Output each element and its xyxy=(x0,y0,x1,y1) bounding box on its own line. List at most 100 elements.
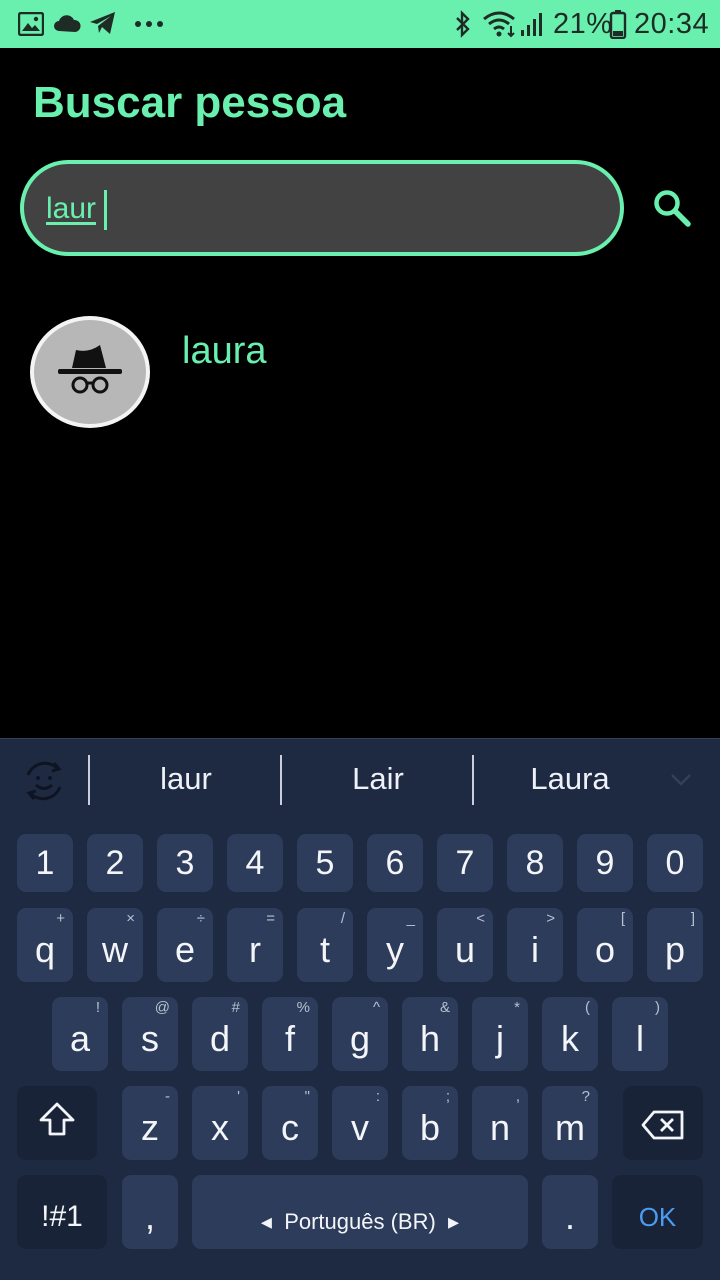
key-hint: * xyxy=(514,999,520,1016)
text-caret xyxy=(104,190,107,230)
key-hint: ) xyxy=(655,999,660,1016)
space-right-arrow-icon: ▸ xyxy=(435,1209,460,1234)
key-label: h xyxy=(419,1018,441,1059)
key-e[interactable]: ÷ e xyxy=(157,908,213,982)
key-u[interactable]: < u xyxy=(437,908,493,982)
key-hint: > xyxy=(546,910,555,927)
key-label: o xyxy=(594,929,616,970)
key-w[interactable]: × w xyxy=(87,908,143,982)
suggestion-3[interactable]: Laura xyxy=(476,761,664,797)
key-hint: - xyxy=(165,1088,170,1105)
key-2[interactable]: 2 xyxy=(87,834,143,892)
chevron-down-icon[interactable] xyxy=(670,773,692,787)
keyboard: laur Lair Laura 1 2 3 4 5 6 7 8 9 0 + q ×… xyxy=(0,738,720,1280)
key-label: m xyxy=(555,1107,585,1148)
battery-percent: 21% xyxy=(553,8,613,40)
key-q[interactable]: + q xyxy=(17,908,73,982)
search-field[interactable] xyxy=(20,160,624,256)
key-8[interactable]: 8 xyxy=(507,834,563,892)
backspace-key[interactable] xyxy=(623,1086,703,1160)
key-label: t xyxy=(319,929,330,970)
key-l[interactable]: ) l xyxy=(612,997,668,1071)
key-hint: % xyxy=(296,999,310,1016)
key-label: y xyxy=(386,929,404,970)
key-hint: " xyxy=(304,1088,310,1105)
key-hint: [ xyxy=(620,910,625,927)
key-label: a xyxy=(69,1018,91,1059)
key-1[interactable]: 1 xyxy=(17,834,73,892)
key-label: e xyxy=(174,929,196,970)
key-label: n xyxy=(489,1107,511,1148)
key-hint: = xyxy=(266,910,275,927)
wifi-icon xyxy=(483,11,515,38)
key-p[interactable]: ] p xyxy=(647,908,703,982)
shift-icon xyxy=(39,1102,75,1136)
key-hint: # xyxy=(231,999,240,1016)
key-hint: < xyxy=(476,910,485,927)
status-bar: 21% 20:34 xyxy=(0,0,720,48)
emoji-refresh-icon[interactable] xyxy=(20,757,68,805)
symbols-key[interactable]: !#1 xyxy=(17,1175,107,1249)
key-d[interactable]: # d xyxy=(192,997,248,1071)
key-j[interactable]: * j xyxy=(472,997,528,1071)
key-label: p xyxy=(664,929,686,970)
telegram-icon xyxy=(90,12,115,34)
key-label: w xyxy=(102,929,128,970)
key-a[interactable]: ! a xyxy=(52,997,108,1071)
key-hint: ' xyxy=(237,1088,240,1105)
key-b[interactable]: ; b xyxy=(402,1086,458,1160)
key-t[interactable]: / t xyxy=(297,908,353,982)
shift-key[interactable] xyxy=(17,1086,97,1160)
key-4[interactable]: 4 xyxy=(227,834,283,892)
key-i[interactable]: > i xyxy=(507,908,563,982)
space-key[interactable]: ◂ Português (BR) ▸ xyxy=(192,1175,528,1249)
key-hint: / xyxy=(340,910,345,927)
key-5[interactable]: 5 xyxy=(297,834,353,892)
backspace-icon xyxy=(641,1110,684,1140)
key-o[interactable]: [o xyxy=(577,908,633,982)
key-3[interactable]: 3 xyxy=(157,834,213,892)
key-v[interactable]: :v xyxy=(332,1086,388,1160)
battery-icon xyxy=(609,10,627,39)
key-s[interactable]: @ s xyxy=(122,997,178,1071)
clock: 20:34 xyxy=(634,8,710,40)
key-label: g xyxy=(349,1018,371,1059)
key-x[interactable]: ' x xyxy=(192,1086,248,1160)
key-g[interactable]: ^ g xyxy=(332,997,388,1071)
comma-key[interactable]: , xyxy=(122,1175,178,1249)
ok-key[interactable]: OK xyxy=(612,1175,703,1249)
key-n[interactable]: ,n xyxy=(472,1086,528,1160)
key-label: x xyxy=(211,1107,229,1148)
key-label: q xyxy=(34,929,56,970)
suggestion-divider xyxy=(280,755,282,805)
key-label: v xyxy=(351,1107,369,1148)
key-label: u xyxy=(454,929,476,970)
key-9[interactable]: 9 xyxy=(577,834,633,892)
key-z[interactable]: -z xyxy=(122,1086,178,1160)
key-label: d xyxy=(209,1018,231,1059)
space-left-arrow-icon: ◂ xyxy=(260,1209,285,1234)
key-y[interactable]: _ y xyxy=(367,908,423,982)
key-7[interactable]: 7 xyxy=(437,834,493,892)
key-r[interactable]: = r xyxy=(227,908,283,982)
bluetooth-icon xyxy=(456,10,470,38)
search-input[interactable] xyxy=(46,186,586,232)
key-h[interactable]: & h xyxy=(402,997,458,1071)
period-key[interactable]: . xyxy=(542,1175,598,1249)
search-icon[interactable] xyxy=(648,184,696,232)
key-hint: : xyxy=(375,1088,380,1105)
key-m[interactable]: ? m xyxy=(542,1086,598,1160)
suggestion-bar: laur Lair Laura xyxy=(0,739,720,823)
suggestion-1[interactable]: laur xyxy=(92,761,280,797)
key-f[interactable]: % f xyxy=(262,997,318,1071)
key-0[interactable]: 0 xyxy=(647,834,703,892)
key-hint: + xyxy=(56,910,65,927)
key-k[interactable]: (k xyxy=(542,997,598,1071)
key-hint: ÷ xyxy=(196,910,205,927)
suggestion-divider xyxy=(88,755,90,805)
key-6[interactable]: 6 xyxy=(367,834,423,892)
key-hint: , xyxy=(515,1088,520,1105)
key-c[interactable]: " c xyxy=(262,1086,318,1160)
suggestion-2[interactable]: Lair xyxy=(284,761,472,797)
list-item[interactable]: laura xyxy=(0,312,720,432)
